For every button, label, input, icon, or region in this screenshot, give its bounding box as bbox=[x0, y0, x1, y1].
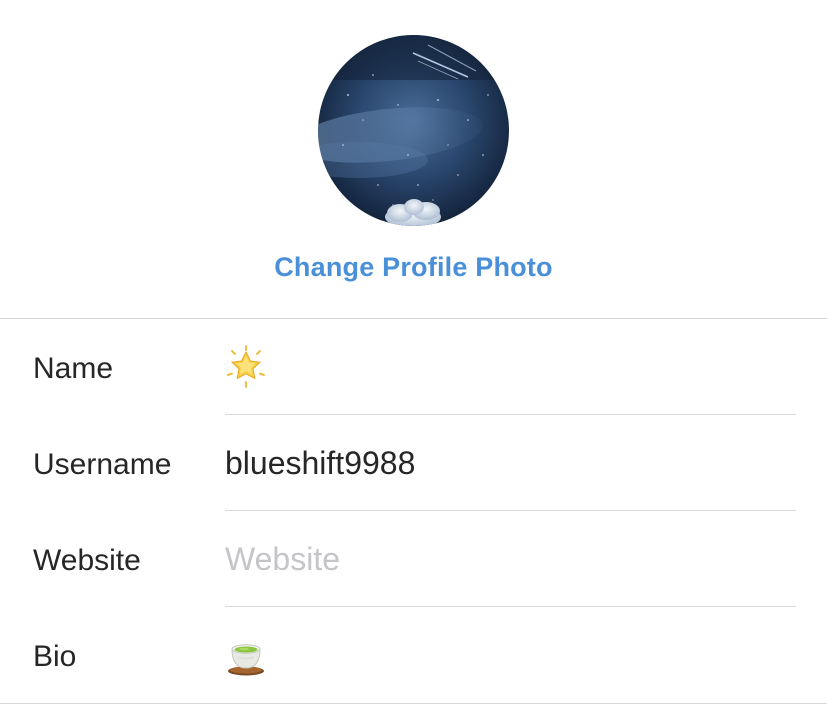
green-tea-emoji-icon bbox=[228, 644, 264, 676]
change-profile-photo-button[interactable]: Change Profile Photo bbox=[0, 252, 827, 283]
profile-photo-section: Change Profile Photo bbox=[0, 0, 827, 318]
name-label: Name bbox=[33, 352, 114, 385]
profile-avatar[interactable] bbox=[318, 35, 509, 226]
website-field[interactable]: Website bbox=[225, 539, 795, 579]
name-row: Name bbox=[0, 319, 827, 415]
bottom-divider bbox=[0, 703, 827, 704]
night-sky-avatar-icon bbox=[318, 35, 509, 226]
edit-profile-page: Change Profile Photo Name Username blues… bbox=[0, 0, 827, 713]
website-row: Website Website bbox=[0, 511, 827, 607]
username-field[interactable]: blueshift9988 bbox=[225, 443, 795, 483]
bio-label: Bio bbox=[33, 640, 77, 673]
bio-field[interactable] bbox=[226, 633, 266, 677]
bio-row: Bio bbox=[0, 607, 827, 703]
name-field[interactable] bbox=[226, 345, 266, 389]
username-label: Username bbox=[33, 448, 172, 481]
glowing-star-emoji-icon bbox=[227, 345, 265, 388]
username-row: Username blueshift9988 bbox=[0, 415, 827, 511]
website-label: Website bbox=[33, 544, 141, 577]
